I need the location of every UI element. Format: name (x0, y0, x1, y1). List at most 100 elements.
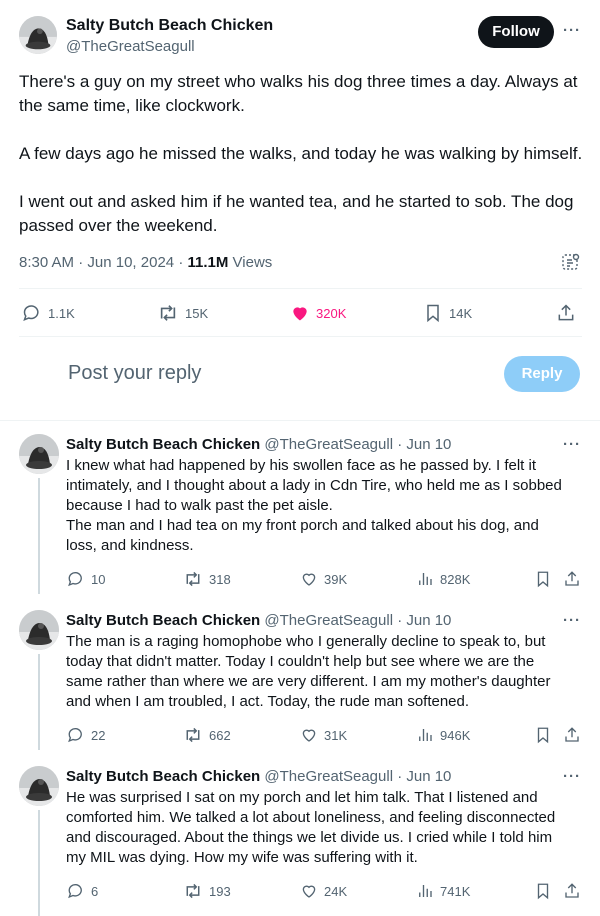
views-action[interactable]: 741K (416, 882, 470, 900)
more-icon[interactable]: ··· (563, 22, 581, 39)
reply-line: I knew what had happened by his swollen … (66, 457, 537, 474)
reply-line: intimately, and I thought about a lady i… (66, 477, 562, 494)
bookmark-icon (534, 882, 552, 900)
repost-icon (183, 570, 203, 588)
like-count: 24K (324, 883, 348, 899)
reply-text: He was surprised I sat on my porch and l… (66, 788, 586, 868)
reply-tweet[interactable]: Salty Butch Beach Chicken @TheGreatSeagu… (0, 766, 600, 916)
reply-icon (67, 570, 85, 588)
tweet-text: There's a guy on my street who walks his… (19, 70, 585, 262)
reply-meta[interactable]: @TheGreatSeagull · Jun 10 (264, 612, 451, 629)
reply-line: comforted him. We talked a lot about lon… (66, 809, 556, 826)
tweet-meta: 8:30 AM · Jun 10, 2024 · 11.1M Views (19, 254, 272, 271)
tweet-paragraph: A few days ago he missed the walks, and … (19, 144, 583, 163)
reply-action[interactable]: 10 (67, 570, 105, 588)
share-action[interactable] (563, 882, 581, 900)
reply-text: I knew what had happened by his swollen … (66, 456, 586, 556)
reply-header: Salty Butch Beach Chicken @TheGreatSeagu… (66, 768, 451, 785)
tweet-date[interactable]: Jun 10, 2024 (87, 254, 174, 271)
share-action[interactable] (556, 303, 576, 323)
share-action[interactable] (563, 726, 581, 744)
reply-meta[interactable]: @TheGreatSeagull · Jun 10 (264, 436, 451, 453)
share-action[interactable] (563, 570, 581, 588)
avatar[interactable] (19, 610, 59, 650)
share-icon (563, 882, 581, 900)
more-icon[interactable]: ··· (563, 436, 581, 453)
main-tweet: Salty Butch Beach Chicken @TheGreatSeagu… (0, 0, 600, 420)
reply-count: 22 (91, 727, 106, 743)
reply-count: 10 (91, 571, 106, 587)
views-action[interactable]: 946K (416, 726, 470, 744)
author-name[interactable]: Salty Butch Beach Chicken (66, 17, 273, 35)
divider (19, 336, 582, 337)
like-action[interactable]: 320K (290, 303, 346, 323)
reply-line: and discouraged. About the things we let… (66, 829, 553, 846)
repost-action[interactable]: 318 (183, 570, 231, 588)
tweet-paragraph: I went out and asked him if he wanted te… (19, 192, 574, 235)
reply-line: same rather than where we are very diffe… (66, 673, 551, 690)
more-icon[interactable]: ··· (563, 612, 581, 629)
author-name[interactable]: Salty Butch Beach Chicken (66, 612, 260, 629)
reply-tweet[interactable]: Salty Butch Beach Chicken @TheGreatSeagu… (0, 434, 600, 594)
avatar[interactable] (19, 434, 59, 474)
avatar[interactable] (19, 766, 59, 806)
views-label: Views (232, 254, 273, 271)
reply-actions: 10 318 39K 828K (0, 568, 600, 590)
reply-action[interactable]: 6 (67, 882, 98, 900)
bookmark-icon (534, 726, 552, 744)
author-name[interactable]: Salty Butch Beach Chicken (66, 768, 260, 785)
reply-line: and when I am troubled, I act. Today, th… (66, 693, 470, 710)
bookmark-action[interactable] (534, 570, 552, 588)
views-count: 741K (440, 883, 471, 899)
divider (0, 420, 600, 421)
heart-icon (290, 303, 310, 323)
tweet-time[interactable]: 8:30 AM (19, 254, 74, 271)
reply-text: The man is a raging homophobe who I gene… (66, 632, 586, 712)
tweet-paragraph: There's a guy on my street who walks his… (19, 72, 578, 115)
follow-button[interactable]: Follow (478, 16, 554, 48)
divider (19, 288, 582, 289)
repost-count: 318 (209, 571, 231, 587)
more-icon[interactable]: ··· (563, 768, 581, 785)
bookmark-icon (423, 303, 443, 323)
reply-actions: 22 662 31K 946K (0, 724, 600, 746)
bookmark-action[interactable]: 14K (423, 303, 472, 323)
reply-tweet[interactable]: Salty Butch Beach Chicken @TheGreatSeagu… (0, 610, 600, 750)
reply-count: 6 (91, 883, 99, 899)
bookmark-action[interactable] (534, 726, 552, 744)
tweet-actions: 1.1K 15K 320K 14K (0, 298, 600, 328)
bookmark-action[interactable] (534, 882, 552, 900)
share-icon (556, 303, 576, 323)
repost-action[interactable]: 193 (183, 882, 231, 900)
reply-composer-input[interactable]: Post your reply (68, 362, 201, 385)
like-count: 320K (316, 305, 347, 321)
views-count: 828K (440, 571, 471, 587)
like-action[interactable]: 39K (300, 570, 347, 588)
repost-action[interactable]: 662 (183, 726, 231, 744)
repost-count: 662 (209, 727, 231, 743)
reply-icon (67, 726, 85, 744)
reply-header: Salty Butch Beach Chicken @TheGreatSeagu… (66, 612, 451, 629)
avatar[interactable] (19, 16, 57, 54)
like-action[interactable]: 24K (300, 882, 347, 900)
reply-line: today that didn't matter. Today I couldn… (66, 653, 535, 670)
views-action[interactable]: 828K (416, 570, 470, 588)
reply-action[interactable]: 1.1K (22, 303, 75, 323)
heart-icon (300, 882, 318, 900)
repost-icon (183, 882, 203, 900)
reply-meta[interactable]: @TheGreatSeagull · Jun 10 (264, 768, 451, 785)
like-action[interactable]: 31K (300, 726, 347, 744)
bookmark-icon (534, 570, 552, 588)
reply-line: He was surprised I sat on my porch and l… (66, 789, 538, 806)
reply-icon (22, 303, 42, 323)
meta-separator: · (78, 254, 88, 271)
views-icon (416, 570, 434, 588)
reply-line: my MIL was dying. How my wife was suffer… (66, 849, 418, 866)
grok-icon[interactable] (561, 252, 581, 272)
author-name[interactable]: Salty Butch Beach Chicken (66, 436, 260, 453)
reply-action[interactable]: 22 (67, 726, 105, 744)
author-handle[interactable]: @TheGreatSeagull (66, 38, 195, 55)
reply-button[interactable]: Reply (504, 356, 580, 392)
repost-action[interactable]: 15K (157, 303, 208, 323)
reply-actions: 6 193 24K 741K (0, 880, 600, 902)
